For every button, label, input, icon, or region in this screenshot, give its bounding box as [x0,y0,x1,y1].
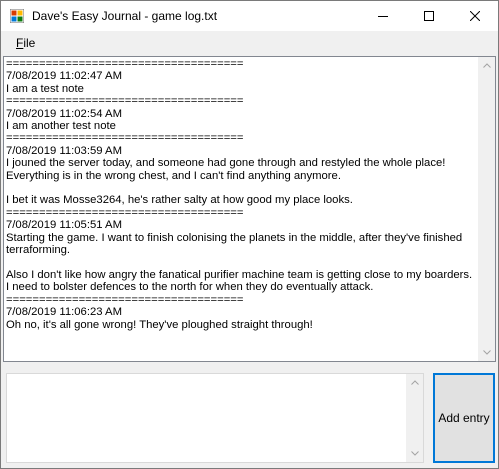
menu-file-label: ile [23,36,36,50]
close-icon [470,11,480,21]
menu-file[interactable]: File [8,34,43,52]
chevron-up-icon [410,380,419,385]
entry-scroll-down-button[interactable] [406,445,423,462]
minimize-icon [378,16,388,17]
add-entry-button[interactable]: Add entry [433,373,495,463]
entry-scroll-up-button[interactable] [406,374,423,391]
maximize-icon [424,11,434,21]
journal-app-icon [10,9,24,23]
window-title: Dave's Easy Journal - game log.txt [32,9,218,23]
app-window: Dave's Easy Journal - game log.txt File … [0,0,499,469]
title-bar[interactable]: Dave's Easy Journal - game log.txt [1,1,498,31]
entry-input[interactable] [7,374,407,462]
close-button[interactable] [452,1,498,31]
menu-bar: File [1,31,498,55]
entry-scrollbar[interactable] [406,374,423,462]
journal-log-text: ==================================== 7/0… [6,58,473,331]
scroll-up-button[interactable] [478,57,495,74]
entry-box [6,373,424,463]
chevron-up-icon [482,63,491,68]
chevron-down-icon [410,451,419,456]
maximize-button[interactable] [406,1,452,31]
scroll-down-button[interactable] [478,344,495,361]
chevron-down-icon [482,350,491,355]
journal-log-scrollbar[interactable] [478,57,495,361]
journal-log[interactable]: ==================================== 7/0… [3,56,496,362]
minimize-button[interactable] [360,1,406,31]
